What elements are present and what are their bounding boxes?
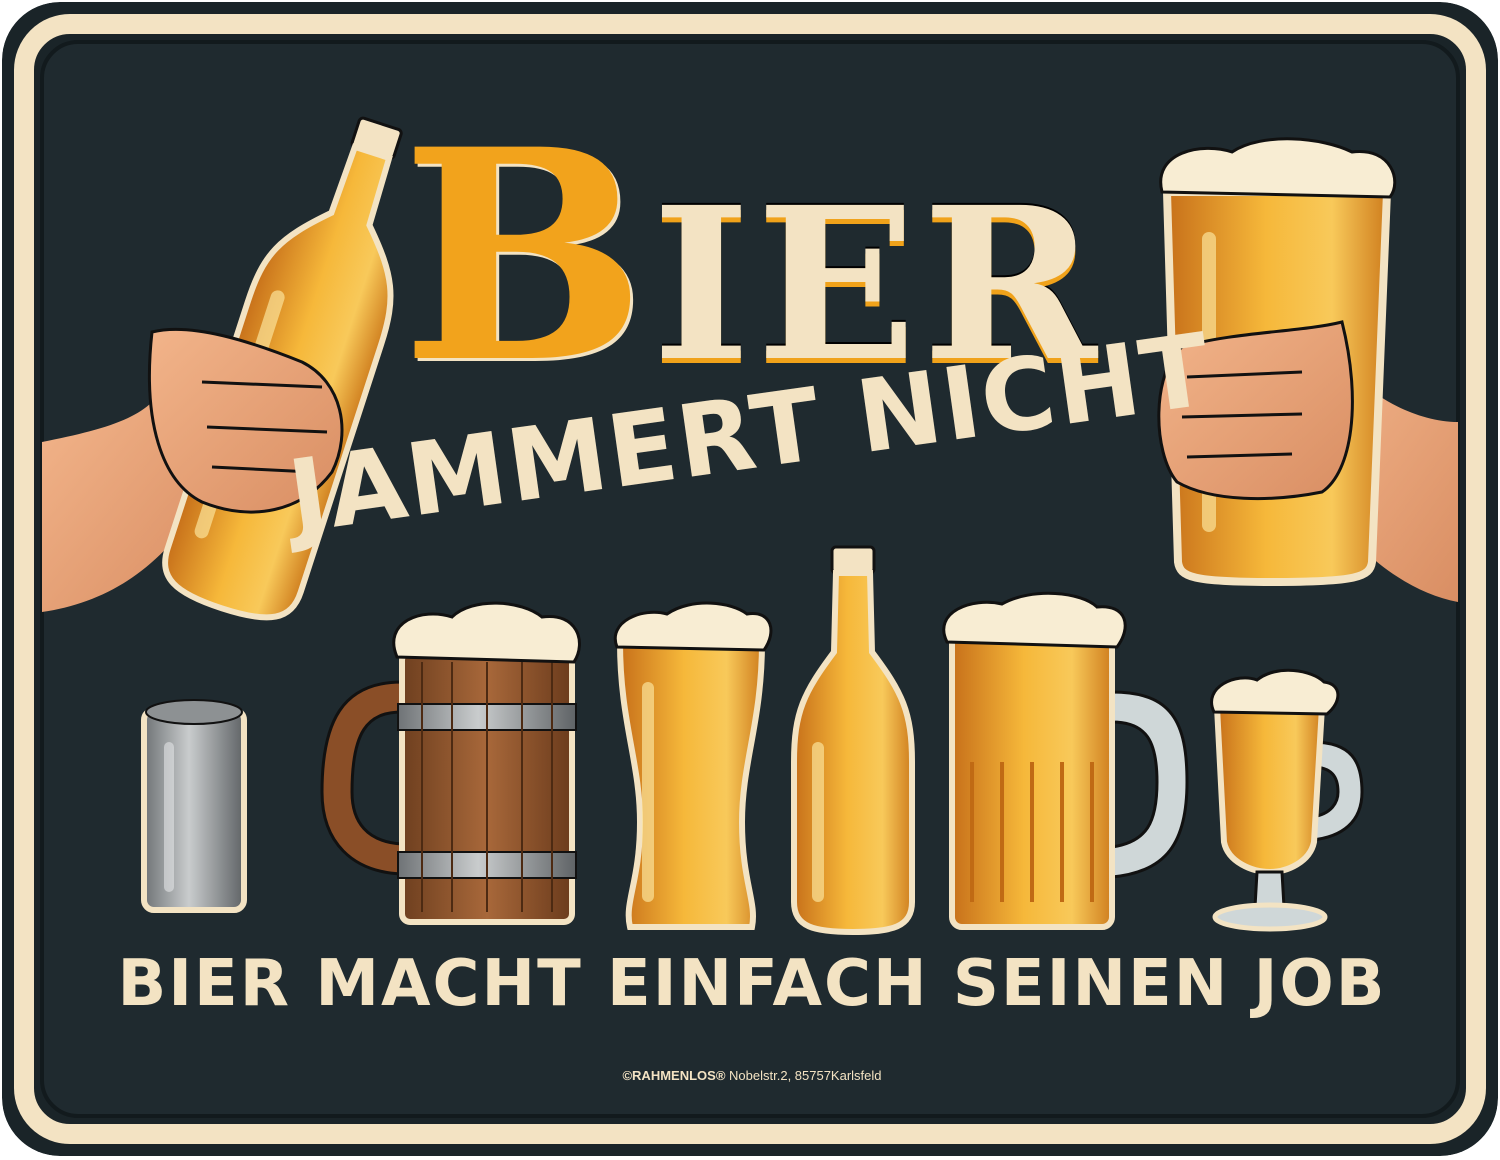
beer-sign: BIER JAMMERT NICHT BIER MACHT EINFACH SE… [2, 2, 1498, 1156]
sign-title-first-letter: B [401, 87, 653, 427]
footer-address: Nobelstr.2, 85757Karlsfeld [729, 1068, 882, 1083]
sign-footer: ©RAHMENLOS® Nobelstr.2, 85757Karlsfeld [2, 1068, 1498, 1083]
sign-tagline: BIER MACHT EINFACH SEINEN JOB [117, 947, 1387, 1021]
pilsner-glass-icon [613, 601, 773, 930]
footer-brand: ©RAHMENLOS® [622, 1068, 726, 1083]
beer-can-icon [141, 699, 247, 913]
